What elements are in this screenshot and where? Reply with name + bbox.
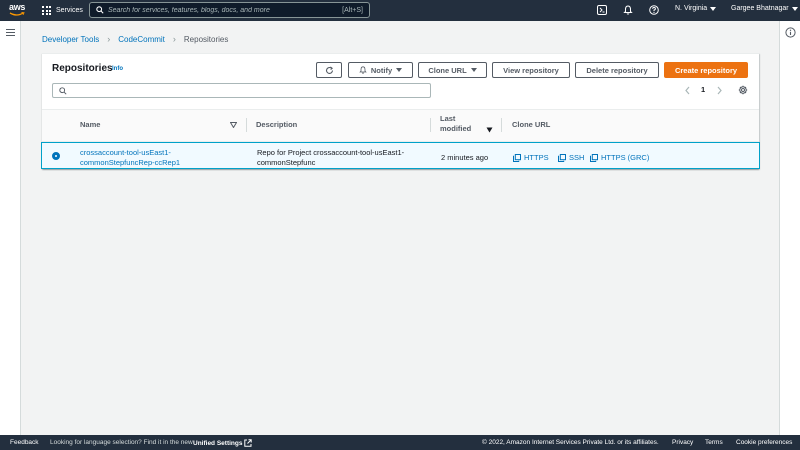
repository-name-line-1: crossaccount-tool-usEast1- bbox=[80, 148, 171, 157]
aws-logo-text: aws bbox=[9, 2, 26, 12]
sort-icon[interactable] bbox=[230, 122, 237, 128]
column-divider bbox=[246, 118, 247, 132]
sort-descending-icon[interactable] bbox=[486, 127, 493, 133]
column-divider bbox=[430, 118, 431, 132]
view-repository-label: View repository bbox=[503, 65, 559, 75]
column-header-clone-url: Clone URL bbox=[512, 120, 551, 129]
caret-down-icon bbox=[396, 68, 403, 72]
description-line-2: commonStepfunc bbox=[257, 158, 316, 167]
copy-icon bbox=[590, 153, 598, 162]
language-prompt: Looking for language selection? Find it … bbox=[50, 439, 193, 446]
bell-icon bbox=[359, 66, 367, 74]
notify-button[interactable]: Notify bbox=[348, 62, 413, 78]
table-row[interactable]: crossaccount-tool-usEast1- commonStepfun… bbox=[41, 142, 760, 169]
search-icon bbox=[59, 86, 67, 95]
clone-url-label: Clone URL bbox=[428, 65, 467, 75]
chevron-right-icon[interactable] bbox=[716, 86, 723, 95]
search-icon bbox=[96, 6, 104, 14]
copy-https-grc-link[interactable]: HTTPS (GRC) bbox=[590, 153, 649, 162]
search-shortcut-hint: [Alt+S] bbox=[342, 6, 363, 14]
create-repository-button[interactable]: Create repository bbox=[664, 62, 748, 78]
last-modified-value: 2 minutes ago bbox=[441, 153, 489, 162]
cloudshell-icon[interactable] bbox=[597, 5, 607, 15]
gear-icon[interactable] bbox=[738, 85, 748, 95]
feedback-link[interactable]: Feedback bbox=[10, 439, 39, 446]
delete-repository-button[interactable]: Delete repository bbox=[575, 62, 659, 78]
view-repository-button[interactable]: View repository bbox=[492, 62, 570, 78]
filter-box[interactable] bbox=[52, 83, 431, 98]
user-name: Gargee Bhatnagar bbox=[731, 5, 789, 12]
services-label: Services bbox=[56, 7, 83, 14]
chevron-right-icon: › bbox=[107, 34, 111, 44]
breadcrumb-codecommit[interactable]: CodeCommit bbox=[118, 35, 165, 44]
page-number-label: 1 bbox=[701, 85, 706, 94]
copy-https-link[interactable]: HTTPS bbox=[513, 153, 549, 162]
global-search-box[interactable]: [Alt+S] bbox=[89, 2, 370, 18]
breadcrumb-developer-tools[interactable]: Developer Tools bbox=[42, 35, 99, 44]
repository-name-line-2: commonStepfuncRep-ccRep1 bbox=[80, 158, 181, 167]
refresh-button[interactable] bbox=[316, 62, 342, 78]
filter-input[interactable] bbox=[71, 87, 430, 94]
breadcrumb: Developer Tools › CodeCommit › Repositor… bbox=[42, 34, 228, 44]
region-selector[interactable]: N. Virginia bbox=[675, 5, 717, 12]
aws-logo[interactable]: aws bbox=[9, 3, 27, 18]
help-icon[interactable] bbox=[649, 5, 659, 15]
column-header-name[interactable]: Name bbox=[80, 120, 100, 129]
caret-down-icon bbox=[470, 68, 477, 72]
create-repository-label: Create repository bbox=[674, 65, 738, 75]
https-grc-label: HTTPS (GRC) bbox=[601, 153, 650, 162]
refresh-icon bbox=[325, 66, 333, 74]
column-divider bbox=[501, 118, 502, 132]
column-header-last-modified[interactable]: Last modified bbox=[440, 114, 474, 134]
info-icon[interactable] bbox=[785, 27, 796, 38]
column-header-description[interactable]: Description bbox=[256, 120, 297, 129]
bell-icon[interactable] bbox=[623, 5, 633, 15]
external-link-icon bbox=[244, 439, 253, 447]
unified-settings-link[interactable]: Unified Settings bbox=[193, 439, 253, 447]
services-menu-button[interactable]: Services bbox=[42, 4, 83, 17]
global-search-input[interactable] bbox=[108, 6, 343, 14]
help-panel bbox=[779, 21, 800, 435]
chevron-right-icon: › bbox=[172, 34, 176, 44]
notify-label: Notify bbox=[370, 65, 393, 75]
breadcrumb-current: Repositories bbox=[183, 34, 229, 44]
footer: Feedback Looking for language selection?… bbox=[0, 435, 800, 450]
copy-icon bbox=[558, 153, 566, 162]
cookie-preferences-link[interactable]: Cookie preferences bbox=[736, 439, 792, 446]
copyright: © 2022, Amazon Internet Services Private… bbox=[482, 439, 659, 446]
privacy-link[interactable]: Privacy bbox=[672, 439, 693, 446]
aws-smile-icon bbox=[9, 12, 25, 16]
repositories-table-container: Repositories Info Notify Clone URL View … bbox=[41, 53, 760, 169]
table-header bbox=[42, 109, 759, 142]
copy-ssh-link[interactable]: SSH bbox=[558, 153, 584, 162]
ssh-label: SSH bbox=[569, 153, 585, 162]
page-number[interactable]: 1 bbox=[701, 85, 705, 94]
account-menu[interactable]: Gargee Bhatnagar bbox=[731, 5, 798, 12]
row-select-radio[interactable] bbox=[52, 152, 60, 160]
https-label: HTTPS bbox=[524, 153, 549, 162]
terms-link[interactable]: Terms bbox=[705, 439, 723, 446]
hamburger-menu-icon[interactable] bbox=[6, 29, 15, 36]
page-title: Repositories bbox=[52, 63, 113, 74]
description-line-1: Repo for Project crossaccount-tool-usEas… bbox=[257, 148, 405, 157]
unified-settings-label: Unified Settings bbox=[193, 439, 243, 447]
top-navigation-bar: aws Services [Alt+S] N. Virginia Gargee … bbox=[0, 0, 800, 21]
clone-url-button[interactable]: Clone URL bbox=[418, 62, 487, 78]
repository-description: Repo for Project crossaccount-tool-usEas… bbox=[257, 148, 404, 168]
region-label: N. Virginia bbox=[675, 5, 708, 12]
repository-name-link[interactable]: crossaccount-tool-usEast1- commonStepfun… bbox=[80, 148, 180, 168]
side-navigation-panel bbox=[0, 21, 21, 435]
caret-down-icon bbox=[791, 6, 798, 11]
caret-down-icon bbox=[710, 6, 717, 11]
grid-icon bbox=[42, 6, 51, 15]
chevron-left-icon[interactable] bbox=[684, 86, 691, 95]
delete-repository-label: Delete repository bbox=[586, 65, 648, 75]
info-link[interactable]: Info bbox=[112, 66, 123, 72]
copy-icon bbox=[513, 153, 521, 162]
